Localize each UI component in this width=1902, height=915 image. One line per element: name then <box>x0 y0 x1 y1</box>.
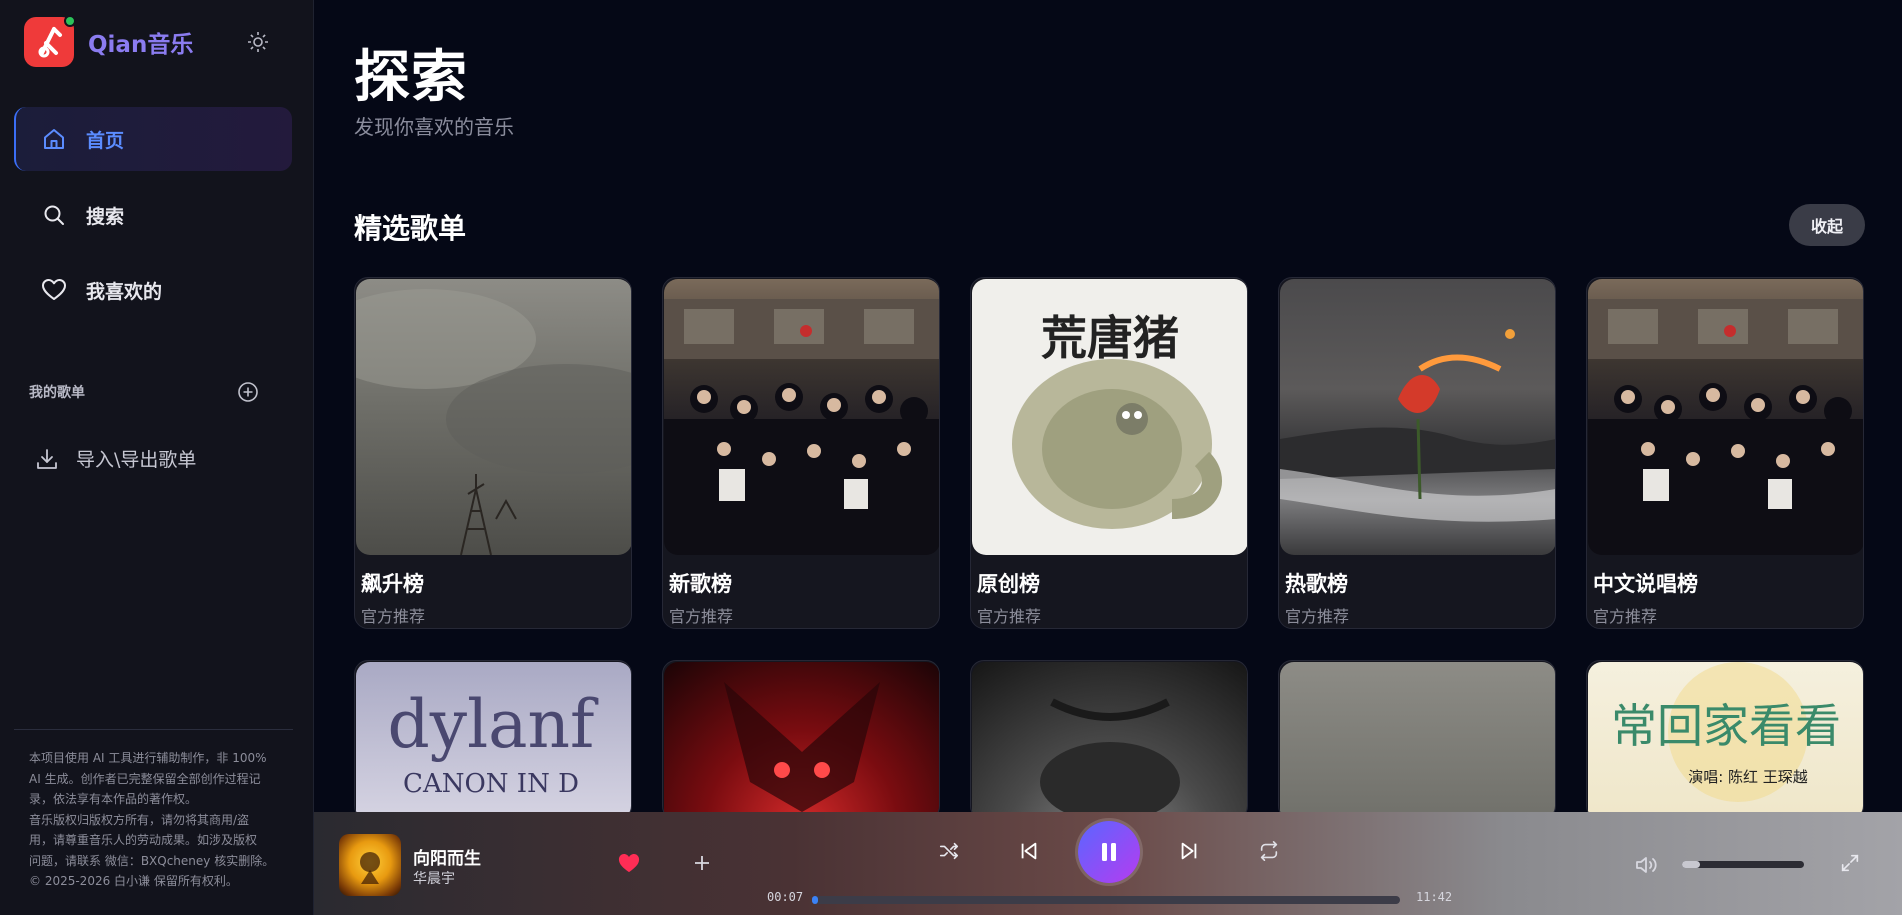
nav-item-label: 搜索 <box>86 205 125 228</box>
section-title: 精选歌单 <box>354 212 467 245</box>
playlist-cover <box>356 279 631 555</box>
footer-line: 用，请尊重音乐人的劳动成果。如涉及版权 <box>29 833 258 847</box>
progress-bar[interactable] <box>812 896 1400 904</box>
nav-item-favorites[interactable]: 我喜欢的 <box>14 258 292 322</box>
playlist-subtitle: 官方推荐 <box>1285 607 1350 626</box>
playlist-subtitle: 官方推荐 <box>1593 607 1658 626</box>
footer-line: 录，依法享有本作品的著作权。 <box>29 792 198 806</box>
next-button[interactable] <box>1174 836 1204 866</box>
divider <box>14 729 293 730</box>
brand[interactable]: Qian音乐 <box>24 15 194 67</box>
playlist-subtitle: 官方推荐 <box>977 607 1042 626</box>
copyright-notice: 本项目使用 AI 工具进行辅助制作，非 100% AI 生成。创作者已完整保留全… <box>29 748 277 892</box>
playlist-cover: dylanf CANON IN D <box>356 662 631 819</box>
cover-art-text: 常回家看看 <box>1611 699 1841 753</box>
cover-art-text: 荒唐猪 <box>1041 311 1179 365</box>
my-playlists-label: 我的歌单 <box>29 385 85 401</box>
nav-item-home[interactable]: 首页 <box>14 107 292 171</box>
playlist-subtitle: 官方推荐 <box>669 607 734 626</box>
add-to-playlist-button[interactable] <box>690 851 714 875</box>
playlist-card-new[interactable]: 新歌榜 官方推荐 <box>662 277 940 629</box>
volume-icon <box>1636 857 1657 873</box>
collapse-button[interactable]: 收起 <box>1789 204 1865 246</box>
player-bar: 向阳而生 华晨宇 00:07 11:42 <box>314 812 1902 915</box>
playlist-title: 中文说唱榜 <box>1593 572 1698 596</box>
app-logo <box>24 15 76 67</box>
cover-art-text: 演唱: 陈红 王琛越 <box>1688 768 1808 786</box>
footer-line: © 2025-2026 白小谦 保留所有权利。 <box>29 874 238 888</box>
page-subtitle: 发现你喜欢的音乐 <box>354 115 514 139</box>
now-playing-title: 向阳而生 <box>413 849 481 869</box>
playlist-cover <box>664 662 939 819</box>
sun-icon <box>248 32 268 52</box>
heart-filled-icon <box>618 854 640 873</box>
footer-line: 问题，请联系 微信：BXQcheney 核实删除。 <box>29 853 275 868</box>
playlist-cover <box>972 662 1247 819</box>
playlist-title: 飙升榜 <box>361 572 424 596</box>
home-icon <box>40 125 68 153</box>
sidebar: Qian音乐 首页 搜索 我喜欢的 我的歌单 导入\导出歌单 本项目使用 AI … <box>0 0 314 915</box>
plus-circle-icon <box>238 382 258 402</box>
repeat-button[interactable] <box>1254 836 1284 866</box>
playlist-card-hot[interactable]: 热歌榜 官方推荐 <box>1278 277 1556 629</box>
playlist-card[interactable] <box>1278 660 1556 820</box>
pause-icon <box>1102 843 1116 861</box>
skip-back-icon <box>1021 842 1037 860</box>
volume-slider[interactable] <box>1682 861 1804 868</box>
playlist-card[interactable] <box>662 660 940 820</box>
footer-line: 音乐版权归版权方所有，请勿将其商用/盗 <box>29 812 250 827</box>
cover-art-text: CANON IN D <box>403 769 579 799</box>
import-export-playlist[interactable]: 导入\导出歌单 <box>34 445 196 472</box>
playlist-title: 新歌榜 <box>669 572 732 596</box>
play-pause-button[interactable] <box>1078 821 1140 883</box>
playlist-card[interactable]: dylanf CANON IN D <box>354 660 632 820</box>
playlist-title: 原创榜 <box>977 572 1040 596</box>
playlist-cover <box>1280 279 1555 555</box>
playlist-subtitle: 官方推荐 <box>361 607 426 626</box>
theme-toggle-button[interactable] <box>246 30 270 54</box>
playlist-cover <box>664 279 939 555</box>
total-time: 11:42 <box>1416 890 1453 904</box>
playlist-cover: 荒唐猪 <box>972 279 1247 555</box>
shuffle-button[interactable] <box>934 836 964 866</box>
playlist-card[interactable] <box>970 660 1248 820</box>
now-playing-cover[interactable] <box>339 834 401 896</box>
skip-forward-icon <box>1181 842 1197 860</box>
add-playlist-button[interactable] <box>236 380 260 404</box>
footer-line: AI 生成。创作者已完整保留全部创作过程记 <box>29 771 261 786</box>
cover-art-text: dylanf <box>388 686 599 763</box>
footer-line: 本项目使用 AI 工具进行辅助制作，非 100% <box>29 751 267 765</box>
playlist-cover: 常回家看看 演唱: 陈红 王琛越 <box>1588 662 1863 819</box>
playlist-card-chinese-rap[interactable]: 中文说唱榜 官方推荐 <box>1586 277 1864 629</box>
playlist-card-soaring[interactable]: 飙升榜 官方推荐 <box>354 277 632 629</box>
current-time: 00:07 <box>767 890 804 904</box>
download-icon <box>34 446 60 472</box>
nav-item-label: 首页 <box>86 129 125 152</box>
heart-icon <box>40 276 68 304</box>
shuffle-icon <box>939 842 959 860</box>
status-dot <box>64 15 76 27</box>
volume-fill <box>1682 861 1701 868</box>
playlist-title: 热歌榜 <box>1285 572 1348 596</box>
import-export-label: 导入\导出歌单 <box>76 449 197 471</box>
nav-item-search[interactable]: 搜索 <box>14 183 292 247</box>
playlist-card[interactable]: 常回家看看 演唱: 陈红 王琛越 <box>1586 660 1864 820</box>
playlist-cover <box>1588 279 1863 555</box>
nav-item-label: 我喜欢的 <box>86 280 163 303</box>
previous-button[interactable] <box>1014 836 1044 866</box>
expand-icon <box>1841 854 1859 872</box>
progress-fill <box>812 896 818 904</box>
plus-icon <box>695 856 709 870</box>
now-playing-artist: 华晨宇 <box>413 871 455 887</box>
search-icon <box>40 201 68 229</box>
repeat-icon <box>1260 841 1278 861</box>
page-title: 探索 <box>354 45 468 110</box>
playlist-card-original[interactable]: 荒唐猪 原创榜 官方推荐 <box>970 277 1248 629</box>
fullscreen-button[interactable] <box>1835 848 1865 878</box>
main-content: 探索 发现你喜欢的音乐 精选歌单 收起 飙升榜 官方推荐 新歌榜 官方推荐 荒唐… <box>314 0 1902 820</box>
like-button[interactable] <box>616 850 642 876</box>
app-name: Qian音乐 <box>88 32 194 58</box>
playlist-cover <box>1280 662 1555 819</box>
volume-button[interactable] <box>1631 850 1661 880</box>
